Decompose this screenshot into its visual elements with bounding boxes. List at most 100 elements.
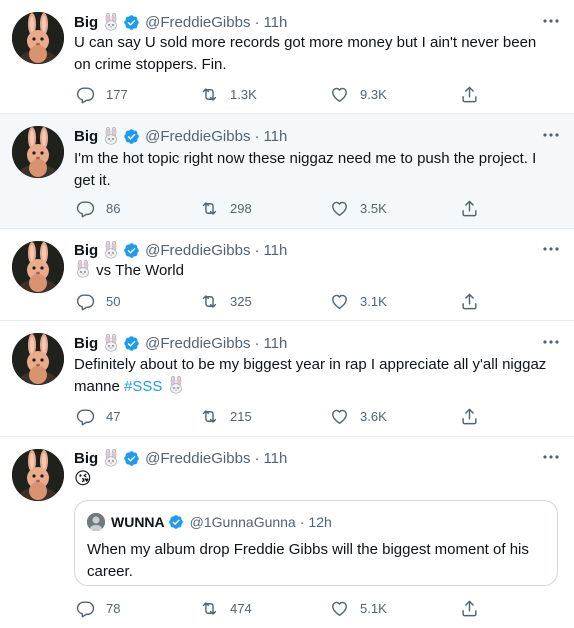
- rabbit-icon: [74, 260, 92, 278]
- like-icon: [330, 292, 349, 311]
- retweet-button[interactable]: 325: [200, 291, 252, 311]
- author-name[interactable]: Big: [74, 14, 98, 31]
- action-bar: 86 298 3.5K: [74, 198, 494, 218]
- share-icon: [460, 85, 479, 104]
- tweet-1[interactable]: Big @FreddieGibbs · 11h U can say U sold…: [0, 0, 574, 114]
- tweet-4[interactable]: Big @FreddieGibbs · 11h Definitely about…: [0, 321, 574, 437]
- retweet-count: 215: [230, 408, 252, 424]
- retweet-button[interactable]: 1.3K: [200, 84, 257, 104]
- separator-dot: ·: [299, 514, 305, 530]
- reply-button[interactable]: 47: [76, 406, 120, 426]
- share-icon: [460, 292, 479, 311]
- like-icon: [330, 199, 349, 218]
- retweet-icon: [200, 407, 219, 426]
- reply-count: 177: [106, 86, 128, 102]
- author-handle[interactable]: @FreddieGibbs: [145, 335, 250, 352]
- rabbit-icon: [167, 376, 185, 394]
- like-button[interactable]: 3.1K: [330, 291, 387, 311]
- author-handle[interactable]: @FreddieGibbs: [145, 128, 250, 145]
- like-button[interactable]: 9.3K: [330, 84, 387, 104]
- share-button[interactable]: [460, 291, 479, 311]
- quoted-timestamp: 12h: [308, 514, 332, 530]
- avatar[interactable]: [12, 12, 64, 64]
- timestamp[interactable]: 11h: [263, 335, 287, 352]
- like-icon: [330, 599, 349, 618]
- share-button[interactable]: [460, 406, 479, 426]
- timestamp[interactable]: 11h: [263, 450, 287, 467]
- retweet-count: 325: [230, 293, 252, 309]
- reply-count: 86: [106, 200, 121, 216]
- share-button[interactable]: [460, 198, 479, 218]
- timestamp[interactable]: 11h: [263, 14, 287, 31]
- like-button[interactable]: 3.6K: [330, 406, 387, 426]
- timestamp[interactable]: 11h: [263, 242, 287, 259]
- tweet-header: Big @FreddieGibbs · 11h: [74, 333, 562, 353]
- retweet-count: 474: [230, 600, 252, 616]
- quoted-author-handle: @1GunnaGunna: [189, 514, 296, 530]
- reply-icon: [76, 199, 95, 218]
- verified-badge-icon: [123, 335, 140, 352]
- share-button[interactable]: [460, 84, 479, 104]
- timestamp[interactable]: 11h: [263, 128, 287, 145]
- like-icon: [330, 85, 349, 104]
- retweet-icon: [200, 292, 219, 311]
- reply-button[interactable]: 177: [76, 84, 128, 104]
- tweet-2[interactable]: Big @FreddieGibbs · 11h I'm the hot topi…: [0, 114, 574, 229]
- avatar[interactable]: [12, 241, 64, 293]
- retweet-button[interactable]: 298: [200, 198, 252, 218]
- retweet-button[interactable]: 474: [200, 598, 252, 618]
- reply-button[interactable]: 78: [76, 598, 120, 618]
- author-name[interactable]: Big: [74, 128, 98, 145]
- more-options-icon[interactable]: [540, 446, 562, 468]
- reply-icon: [76, 85, 95, 104]
- reply-icon: [76, 407, 95, 426]
- author-name[interactable]: Big: [74, 450, 98, 467]
- rabbit-icon: [102, 13, 120, 31]
- author-handle[interactable]: @FreddieGibbs: [145, 242, 250, 259]
- retweet-button[interactable]: 215: [200, 406, 252, 426]
- more-options-icon[interactable]: [540, 124, 562, 146]
- share-button[interactable]: [460, 598, 479, 618]
- tweet-header: Big @FreddieGibbs · 11h: [74, 126, 562, 146]
- quoted-tweet-text: When my album drop Freddie Gibbs will th…: [87, 541, 529, 580]
- retweet-icon: [200, 599, 219, 618]
- author-handle[interactable]: @FreddieGibbs: [145, 14, 250, 31]
- like-count: 5.1K: [360, 600, 387, 616]
- quoted-tweet[interactable]: WUNNA @1GunnaGunna · 12h When my album d…: [74, 500, 558, 586]
- verified-badge-icon: [168, 514, 185, 531]
- separator-dot: ·: [254, 334, 260, 352]
- rabbit-icon: [102, 449, 120, 467]
- reply-count: 78: [106, 600, 121, 616]
- action-bar: 50 325 3.1K: [74, 291, 494, 311]
- reply-button[interactable]: 86: [76, 198, 120, 218]
- avatar[interactable]: [12, 126, 64, 178]
- more-options-icon[interactable]: [540, 331, 562, 353]
- tweet-3[interactable]: Big @FreddieGibbs · 11h vs The World 50 …: [0, 229, 574, 321]
- tweet-text: vs The World: [74, 260, 548, 282]
- like-count: 3.6K: [360, 408, 387, 424]
- quoted-tweet-header: WUNNA @1GunnaGunna · 12h: [87, 513, 332, 531]
- reply-count: 50: [106, 293, 121, 309]
- reply-button[interactable]: 50: [76, 291, 120, 311]
- tweet-text: U can say U sold more records got more m…: [74, 34, 537, 73]
- tweet-text: Definitely about to be my biggest year i…: [74, 354, 548, 398]
- verified-badge-icon: [123, 242, 140, 259]
- tweet-text-content: vs The World: [96, 262, 184, 279]
- hashtag-link[interactable]: #SSS: [124, 378, 162, 395]
- separator-dot: ·: [254, 241, 260, 259]
- avatar[interactable]: [12, 449, 64, 501]
- like-count: 3.1K: [360, 293, 387, 309]
- author-handle[interactable]: @FreddieGibbs: [145, 450, 250, 467]
- tweet-5[interactable]: Big @FreddieGibbs · 11h 😘 WUNNA @1GunnaG…: [0, 437, 574, 628]
- share-icon: [460, 599, 479, 618]
- action-bar: 78 474 5.1K: [74, 598, 494, 618]
- like-button[interactable]: 5.1K: [330, 598, 387, 618]
- author-name[interactable]: Big: [74, 335, 98, 352]
- author-name[interactable]: Big: [74, 242, 98, 259]
- like-button[interactable]: 3.5K: [330, 198, 387, 218]
- quoted-author-name: WUNNA: [111, 514, 165, 530]
- more-options-icon[interactable]: [540, 238, 562, 260]
- more-options-icon[interactable]: [540, 10, 562, 32]
- avatar[interactable]: [12, 333, 64, 385]
- action-bar: 47 215 3.6K: [74, 406, 494, 426]
